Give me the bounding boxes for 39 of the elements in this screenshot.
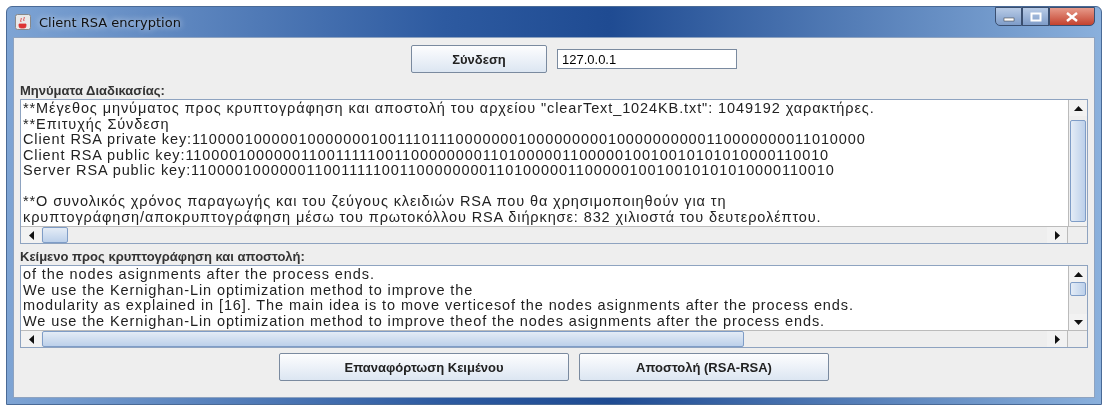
section-label: Μηνύματα Διαδικασίας: (20, 84, 166, 98)
right-arrow-icon (1054, 230, 1060, 240)
scrollbar-thumb[interactable] (1070, 282, 1086, 296)
up-arrow-icon (1073, 105, 1083, 111)
left-arrow-icon (28, 230, 34, 240)
text-line: modularity as explained in [16]. The main idea is to move verticesof the nodes asignments after the process ends. (23, 297, 854, 313)
log-line: Client RSA public key:1100001000000110011111001100000000110100000110000010010010101010000110010 (23, 146, 830, 163)
vertical-scrollbar[interactable] (1068, 266, 1087, 330)
text-line: We use the Kernighan-Lin optimization method to improve the (23, 281, 474, 298)
log-line: Client RSA private key:1100001000001000000010011101110000000100000000010000000000110000000011010000 (23, 131, 866, 147)
left-arrow-icon (28, 334, 34, 344)
log-line: **Ο συνολικός χρόνος παραγωγής και του ζεύγους κλειδιών RSA που θα χρησιμοποιηθούν για τη (23, 193, 727, 209)
close-icon (1065, 11, 1079, 22)
close-button[interactable] (1049, 7, 1095, 26)
window-title: Client RSA encryption (39, 14, 182, 30)
text-line: We use the Kernighan-Lin optimization method to improve theof the nodes asignments after the process ends. (23, 312, 825, 329)
action-button[interactable]: Επαναφόρτωση Κειμένου (279, 353, 569, 381)
log-line: **Επιτυχής Σύνδεση (23, 115, 170, 132)
section-label: Κείμενο προς κρυπτογράφηση και αποστολή: (20, 250, 306, 264)
minimize-button[interactable] (995, 7, 1022, 26)
action-button[interactable]: Αποστολή (RSA-RSA) (579, 353, 829, 381)
log-line: Server RSA public key:1100001000000110011111001100000000110100000110000010010010101010000110010 (23, 162, 835, 178)
connect-button[interactable]: Σύνδεση (411, 45, 547, 73)
right-arrow-icon (1054, 334, 1060, 344)
up-arrow-icon (1073, 271, 1083, 277)
horizontal-scrollbar[interactable] (21, 331, 1068, 347)
log-line: **Μέγεθος μηνύματος προς κρυπτογράφηση και αποστολή του αρχείου "clearText_1024KB.txt": 1049192 χαρακτήρες. (23, 100, 875, 116)
text-line: of the nodes asignments after the process ends. (23, 266, 375, 282)
maximize-button[interactable] (1022, 7, 1049, 26)
horizontal-scrollbar[interactable] (21, 227, 1068, 243)
vertical-scrollbar[interactable] (1068, 100, 1087, 226)
maximize-icon (1029, 11, 1042, 22)
log-line: κρυπτογράφηση/αποκρυπτογράφηση μέσω του πρωτοκόλλου RSA διήρκησε: 832 χιλιοστά του δευτερολέπτου. (23, 208, 822, 225)
scrollbar-thumb[interactable] (42, 227, 68, 243)
scrollbar-thumb[interactable] (42, 331, 744, 347)
coffee-cup-icon (15, 14, 31, 30)
down-arrow-icon (1073, 319, 1083, 325)
scrollbar-thumb[interactable] (1070, 120, 1086, 222)
address-field[interactable]: 127.0.0.1 (557, 49, 737, 69)
